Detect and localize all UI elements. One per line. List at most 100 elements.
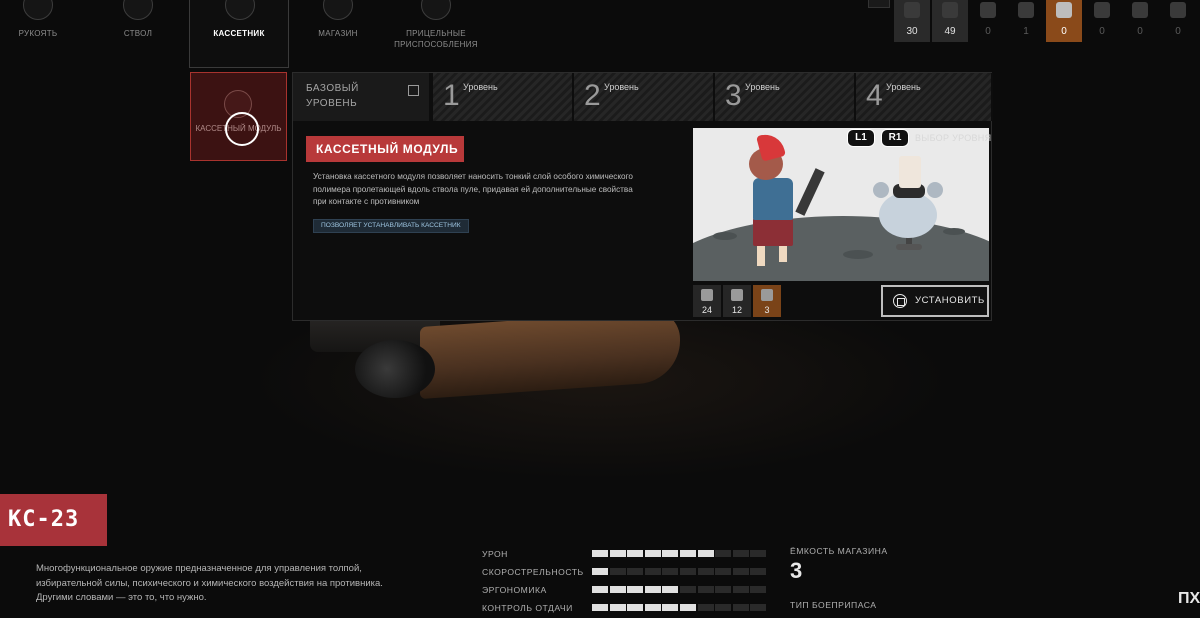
grip-icon xyxy=(23,0,53,20)
stat-bar-segment xyxy=(609,604,626,611)
l1-button-icon[interactable]: L1 xyxy=(847,129,875,147)
cost-count: 24 xyxy=(701,305,712,315)
cost-item: 24 xyxy=(693,285,721,317)
stat-row: УРОН xyxy=(482,548,782,562)
part-icon xyxy=(1094,2,1110,18)
stat-bar-segment xyxy=(627,604,644,611)
stat-bar-segment xyxy=(732,604,749,611)
ammo-type-label: ТИП БОЕПРИПАСА xyxy=(790,600,877,610)
tab-level-number: 1 xyxy=(443,79,460,112)
illustration-ground xyxy=(693,216,989,281)
cost-item: 3 xyxy=(753,285,781,317)
stat-bar-segment xyxy=(715,604,732,611)
stat-bar-segment xyxy=(592,586,608,593)
tab-level-word: Уровень xyxy=(463,82,498,92)
tab-level-number: 3 xyxy=(725,79,742,112)
module-illustration xyxy=(693,128,989,281)
stat-bar-segment xyxy=(697,604,714,611)
stat-row: КОНТРОЛЬ ОТДАЧИ xyxy=(482,602,782,616)
stat-bar-segment xyxy=(697,586,714,593)
slot-grip[interactable]: РУКОЯТЬ xyxy=(0,0,88,68)
module-title-bar: КАССЕТНЫЙ МОДУЛЬ xyxy=(306,136,464,162)
cost-count: 3 xyxy=(764,305,770,315)
tab-base-level[interactable]: БАЗОВЫЙ УРОВЕНЬ xyxy=(293,73,431,121)
stat-bar-segment xyxy=(680,568,696,575)
resource-counter: 49 xyxy=(932,0,968,42)
illustration-crater xyxy=(943,228,965,235)
resource-count: 0 xyxy=(1099,26,1105,37)
stat-label: ЭРГОНОМИКА xyxy=(482,585,547,595)
tab-level-3[interactable]: 3 Уровень xyxy=(715,73,856,121)
level-select-label: ВЫБОР УРОВНЯ xyxy=(915,133,992,143)
part-icon xyxy=(980,2,996,18)
resource-counter: 30 xyxy=(894,0,930,42)
stat-bar-segment xyxy=(750,604,767,611)
stat-bar-segment xyxy=(662,604,679,611)
tab-level-2[interactable]: 2 Уровень xyxy=(574,73,715,121)
module-title: КАССЕТНЫЙ МОДУЛЬ xyxy=(316,142,459,156)
install-button[interactable]: УСТАНОВИТЬ xyxy=(881,285,989,317)
cost-count: 12 xyxy=(731,305,742,315)
slot-barrel[interactable]: СТВОЛ xyxy=(88,0,188,68)
tab-level-4[interactable]: 4 Уровень xyxy=(856,73,993,121)
corner-text: ПХІ xyxy=(1178,590,1200,607)
stat-bar-segment xyxy=(750,550,767,557)
stat-bar-segment xyxy=(592,604,608,611)
stat-row: СКОРОСТРЕЛЬНОСТЬ xyxy=(482,566,782,580)
slot-sights[interactable]: ПРИЦЕЛЬНЫЕ ПРИСПОСОБЛЕНИЯ xyxy=(386,0,486,68)
stat-row: ЭРГОНОМИКА xyxy=(482,584,782,598)
tab-label: БАЗОВЫЙ УРОВЕНЬ xyxy=(306,83,359,109)
stat-bar-segment xyxy=(680,604,696,611)
stat-bar xyxy=(592,568,772,576)
magazine-icon xyxy=(323,0,353,20)
illustration-robot xyxy=(899,156,921,188)
stat-bar-segment xyxy=(750,568,767,575)
stat-bar-segment xyxy=(609,568,626,575)
slot-magazine[interactable]: МАГАЗИН xyxy=(288,0,388,68)
cursor-ring xyxy=(225,112,259,146)
stat-bar-segment xyxy=(592,550,608,557)
r1-button-icon[interactable]: R1 xyxy=(881,129,909,147)
part-icon xyxy=(1132,2,1148,18)
cassette-icon xyxy=(225,0,255,20)
square-button-icon xyxy=(893,294,907,308)
slot-label: КАССЕТНИК xyxy=(213,29,265,38)
illustration-crater xyxy=(713,232,737,240)
canister-icon xyxy=(942,2,958,18)
stat-bar-segment xyxy=(715,586,732,593)
resource-count: 49 xyxy=(944,26,956,37)
attachment-slots: РУКОЯТЬ СТВОЛ КАССЕТНИК МАГАЗИН ПРИЦЕЛЬН… xyxy=(0,0,520,70)
stat-bar-segment xyxy=(715,550,732,557)
capacity-value: 3 xyxy=(790,558,803,583)
resource-expand-button[interactable] xyxy=(868,0,890,8)
illustration-robot xyxy=(896,244,922,250)
resource-counter: 0 xyxy=(1046,0,1082,42)
illustration-robot xyxy=(873,182,889,198)
stat-bar-segment xyxy=(592,568,608,575)
perk-badge: ПОЗВОЛЯЕТ УСТАНАВЛИВАТЬ КАССЕТНИК xyxy=(313,219,469,233)
tab-level-number: 2 xyxy=(584,79,601,112)
stat-bar xyxy=(592,604,772,612)
metal-icon xyxy=(701,289,713,301)
stat-bar-segment xyxy=(732,568,749,575)
tab-level-1[interactable]: 1 Уровень xyxy=(433,73,574,121)
resource-counter: 0 xyxy=(1160,0,1196,42)
stat-bar-segment xyxy=(644,568,661,575)
weapon-muzzle xyxy=(355,340,435,398)
illustration-crater xyxy=(843,250,873,259)
illustration-gun xyxy=(795,168,825,216)
stat-bar-segment xyxy=(644,604,661,611)
stat-bar-segment xyxy=(697,550,714,557)
stat-bar-segment xyxy=(609,586,626,593)
resource-counter: 0 xyxy=(970,0,1006,42)
stat-label: СКОРОСТРЕЛЬНОСТЬ xyxy=(482,567,584,577)
capacity-label: ЁМКОСТЬ МАГАЗИНА xyxy=(790,546,888,556)
resource-counter: 1 xyxy=(1008,0,1044,42)
stat-bar-segment xyxy=(609,550,626,557)
slot-cassette[interactable]: КАССЕТНИК xyxy=(189,0,289,68)
stat-label: КОНТРОЛЬ ОТДАЧИ xyxy=(482,603,573,613)
stat-bar-segment xyxy=(644,550,661,557)
resource-count: 1 xyxy=(1023,26,1029,37)
resource-counter: 0 xyxy=(1084,0,1120,42)
sight-icon xyxy=(421,0,451,20)
